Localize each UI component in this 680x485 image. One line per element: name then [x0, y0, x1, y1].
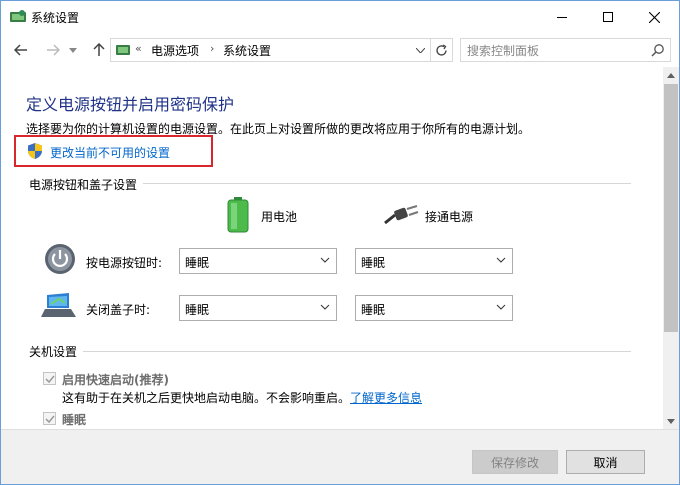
- forward-button[interactable]: [43, 40, 63, 60]
- navigation-bar: « 电源选项 › 系统设置 搜索控制面板: [1, 33, 679, 67]
- control-panel-icon: [10, 10, 26, 22]
- plugged-in-column-label: 接通电源: [425, 210, 474, 224]
- scroll-up-button[interactable]: [663, 67, 679, 83]
- arrow-right-icon: [47, 44, 60, 56]
- search-box[interactable]: 搜索控制面板: [460, 38, 671, 62]
- power-button-action-label: 按电源按钮时:: [86, 256, 163, 270]
- scroll-down-button[interactable]: [663, 413, 679, 429]
- select-value: 睡眠: [361, 256, 386, 270]
- checkmark-icon: [45, 375, 55, 384]
- breadcrumb-system-settings[interactable]: 系统设置: [223, 42, 271, 59]
- select-value: 睡眠: [361, 303, 386, 317]
- refresh-icon: [436, 43, 447, 56]
- select-value: 睡眠: [185, 256, 210, 270]
- system-settings-window: 系统设置 « 电源选项 › 系统设置 搜索控制面板 定义电源按钮并启用密码保护 …: [0, 0, 680, 485]
- maximize-button[interactable]: [585, 1, 631, 33]
- power-plug-icon: [384, 205, 419, 225]
- title-bar[interactable]: 系统设置: [1, 1, 679, 33]
- lid-close-action-label: 关闭盖子时:: [86, 303, 151, 317]
- breadcrumb-overflow[interactable]: «: [135, 42, 142, 55]
- minimize-button[interactable]: [539, 1, 585, 33]
- uac-shield-icon: [28, 143, 42, 159]
- battery-column-label: 用电池: [261, 210, 298, 224]
- search-icon[interactable]: [651, 43, 665, 57]
- learn-more-link[interactable]: 了解更多信息: [350, 391, 422, 405]
- power-button-icon: [45, 244, 75, 274]
- fast-startup-description: 这有助于在关机之后更快地启动电脑。不会影响重启。了解更多信息: [62, 391, 423, 405]
- up-button[interactable]: [89, 40, 109, 60]
- select-value: 睡眠: [185, 303, 210, 317]
- recent-locations-button[interactable]: [67, 40, 79, 60]
- chevron-down-icon: [496, 257, 506, 263]
- vertical-scrollbar[interactable]: [663, 67, 679, 429]
- power-button-battery-select[interactable]: 睡眠: [179, 248, 337, 274]
- shutdown-section-heading: 关机设置: [29, 343, 84, 360]
- chevron-down-icon: [320, 304, 330, 310]
- chevron-down-icon: [69, 47, 77, 53]
- lid-close-battery-select[interactable]: 睡眠: [179, 295, 337, 321]
- content-area: 定义电源按钮并启用密码保护 选择要为你的计算机设置的电源设置。在此页上对设置所做…: [1, 67, 663, 429]
- laptop-lid-icon: [41, 293, 76, 317]
- power-button-plugged-select[interactable]: 睡眠: [355, 248, 513, 274]
- cancel-button[interactable]: 取消: [566, 450, 645, 474]
- save-changes-button[interactable]: 保存修改: [472, 450, 558, 474]
- maximize-icon: [603, 12, 613, 22]
- chevron-down-icon: [320, 257, 330, 263]
- address-dropdown-button[interactable]: [413, 42, 427, 58]
- arrow-up-icon: [93, 43, 105, 56]
- fast-startup-checkbox[interactable]: [43, 372, 56, 385]
- section-divider: [29, 351, 631, 352]
- sleep-checkbox[interactable]: [43, 412, 56, 425]
- footer-bar: 保存修改 取消: [1, 429, 679, 484]
- checkmark-icon: [45, 415, 55, 424]
- battery-icon: [227, 197, 249, 233]
- chevron-down-icon: [415, 47, 425, 53]
- refresh-button[interactable]: [431, 38, 453, 62]
- chevron-down-icon: [496, 304, 506, 310]
- close-button[interactable]: [631, 1, 677, 33]
- minimize-icon: [557, 16, 567, 18]
- window-title: 系统设置: [31, 11, 80, 25]
- lid-close-plugged-select[interactable]: 睡眠: [355, 295, 513, 321]
- change-unavailable-settings-link[interactable]: 更改当前不可用的设置: [50, 144, 170, 161]
- chevron-up-icon: [667, 72, 675, 78]
- page-title: 定义电源按钮并启用密码保护: [26, 95, 235, 114]
- sleep-label: 睡眠: [62, 413, 87, 427]
- fast-startup-label: 启用快速启动(推荐): [62, 373, 169, 387]
- back-button[interactable]: [11, 40, 31, 60]
- breadcrumb-power-options[interactable]: 电源选项: [151, 42, 199, 59]
- address-bar[interactable]: « 电源选项 › 系统设置: [110, 38, 431, 62]
- arrow-left-icon: [14, 44, 27, 56]
- power-section-heading: 电源按钮和盖子设置: [29, 176, 144, 193]
- control-panel-icon: [116, 45, 130, 55]
- breadcrumb-separator[interactable]: ›: [210, 42, 214, 55]
- close-icon: [648, 11, 660, 23]
- chevron-down-icon: [667, 418, 675, 424]
- scrollbar-thumb[interactable]: [664, 84, 678, 332]
- search-input[interactable]: 搜索控制面板: [467, 42, 539, 59]
